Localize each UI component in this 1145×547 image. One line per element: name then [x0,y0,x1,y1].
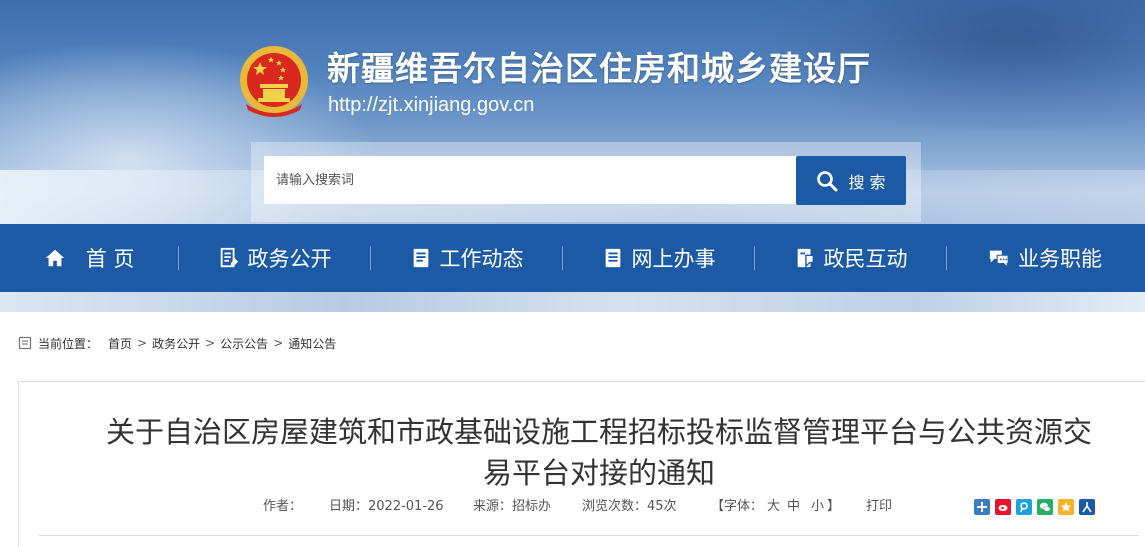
share-toolbar [974,499,1095,515]
search-button-label: 搜 索 [848,172,886,192]
print-button[interactable]: 打印 [866,495,892,514]
font-size-medium-button[interactable]: 中 [787,495,800,514]
article-panel: 关于自治区房屋建筑和市政基础设施工程招标投标监督管理平台与公共资源交 易平台对接… [18,381,1145,547]
search-icon [817,170,838,191]
interaction-icon [797,248,814,268]
font-size-label: 【字体： [711,499,764,514]
site-title: 新疆维吾尔自治区住房和城乡建设厅 [327,49,871,88]
tencent-weibo-icon[interactable] [1016,499,1032,515]
divider [39,535,1139,536]
page-root: { "header": { "site_title": "新疆维吾尔自治区住房和… [0,0,1145,547]
breadcrumb-link-notices[interactable]: 通知公告 [288,335,336,352]
breadcrumb: 当前位置： 首页 > 政务公开 > 公示公告 > 通知公告 [18,332,336,354]
nav-item-label: 业务职能 [1018,247,1102,271]
share-more-icon[interactable] [974,499,990,515]
font-size-large-button[interactable]: 大 [767,495,780,514]
font-size-close-bracket: 】 [827,499,841,514]
qzone-icon[interactable] [1058,499,1074,515]
document-icon [220,247,238,268]
nav-item-label: 网上办事 [631,247,716,271]
nav-item-label: 政民互动 [823,247,908,271]
nav-item-label: 政务公开 [247,247,332,271]
home-icon [45,249,64,267]
nav-item-public-interaction[interactable]: 政民互动 [755,224,946,292]
chat-icon [989,250,1009,269]
breadcrumb-label: 当前位置： [38,336,99,351]
font-size-small-button[interactable]: 小 [811,495,824,514]
nav-item-online-service[interactable]: 网上办事 [563,224,754,292]
renren-icon[interactable] [1079,499,1095,515]
search-input[interactable] [264,156,797,204]
banner-decoration [0,292,1145,312]
article-views: 浏览次数：45次 [582,499,677,514]
nav-item-home[interactable]: 首 页 [0,224,178,292]
article-author: 作者： [263,499,303,514]
breadcrumb-separator: > [137,336,148,350]
search-button[interactable]: 搜 索 [796,156,906,205]
site-url: http://zjt.xinjiang.gov.cn [328,94,535,116]
nav-item-label: 工作动态 [439,247,524,271]
wechat-icon[interactable] [1037,499,1053,515]
news-icon [413,248,428,268]
national-emblem-icon [240,46,308,117]
article-date: 日期：2022-01-26 [329,499,444,514]
nav-item-business-functions[interactable]: 业务职能 [947,224,1143,292]
nav-item-government-affairs[interactable]: 政务公开 [179,224,370,292]
breadcrumb-separator: > [205,336,216,350]
nav-item-work-news[interactable]: 工作动态 [371,224,562,292]
breadcrumb-separator: > [273,336,284,350]
main-nav: 首 页 政务公开 工作动态 网上办事 政民互动 业务职能 [0,224,1145,292]
breadcrumb-link-home[interactable]: 首页 [108,335,132,352]
article-title-line: 关于自治区房屋建筑和市政基础设施工程招标投标监督管理平台与公共资源交 [105,415,1092,449]
location-icon [18,336,32,350]
article-title: 关于自治区房屋建筑和市政基础设施工程招标投标监督管理平台与公共资源交 易平台对接… [49,412,1145,494]
service-icon [605,248,620,268]
article-source: 来源：招标办 [473,499,552,514]
nav-item-label: 首 页 [85,247,135,271]
breadcrumb-link-government-affairs[interactable]: 政务公开 [152,335,200,352]
article-title-line: 易平台对接的通知 [482,456,715,490]
weibo-icon[interactable] [995,499,1011,515]
breadcrumb-link-announcements[interactable]: 公示公告 [220,335,268,352]
